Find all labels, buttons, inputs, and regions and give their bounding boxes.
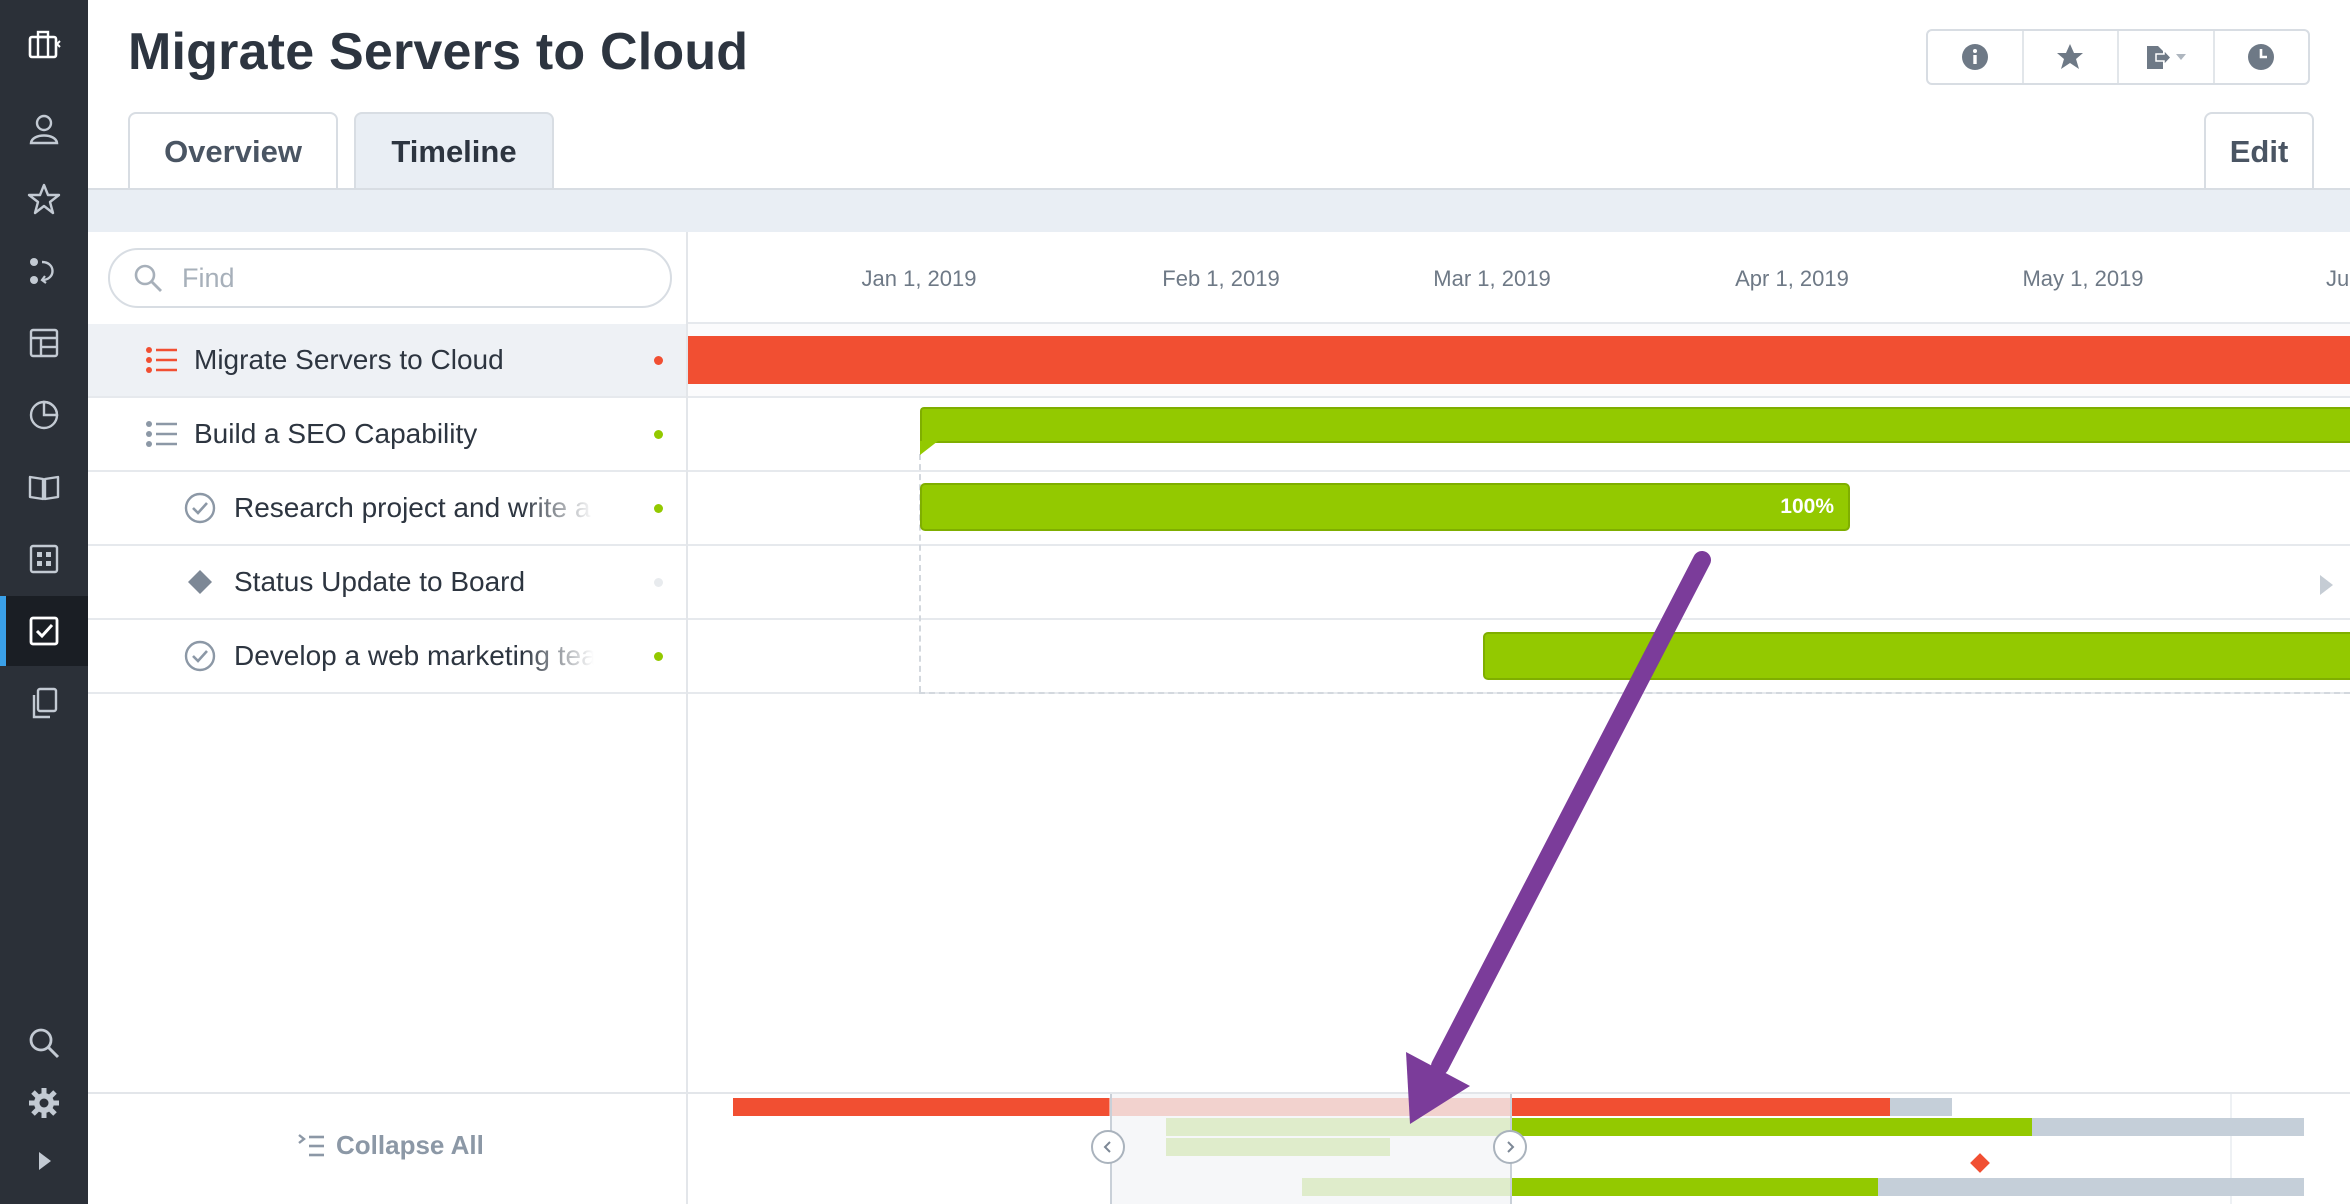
apps-grid-icon — [29, 544, 59, 574]
star-icon — [2057, 44, 2084, 69]
timeline-date-header: Jan 1, 2019 Feb 1, 2019 Mar 1, 2019 Apr … — [688, 232, 2350, 324]
progress-label: 100% — [1780, 495, 1834, 518]
reports-button[interactable] — [0, 380, 88, 450]
collapse-all-button[interactable]: Collapse All — [296, 1130, 484, 1161]
status-dot — [654, 651, 663, 661]
history-button[interactable] — [2215, 31, 2309, 83]
task-name: Research project and write a r — [234, 492, 594, 523]
tab-timeline[interactable]: Timeline — [354, 112, 554, 190]
minimap-viewport-window[interactable] — [1110, 1094, 1512, 1204]
chevron-right-icon — [1507, 1141, 1515, 1153]
dashboard-button[interactable] — [0, 308, 88, 378]
portfolio-button[interactable] — [0, 10, 88, 80]
minimap-handle-right[interactable] — [1493, 1130, 1527, 1164]
export-button[interactable] — [2119, 31, 2215, 83]
timeline-row — [688, 546, 2350, 620]
tab-overview[interactable]: Overview — [128, 112, 338, 190]
task-row[interactable]: Migrate Servers to Cloud — [88, 324, 686, 398]
library-button[interactable] — [0, 452, 88, 522]
minimap-bar — [1878, 1178, 2304, 1196]
date-label: Apr 1, 2019 — [1735, 266, 1849, 291]
status-dot — [654, 503, 663, 513]
info-icon — [1961, 44, 1988, 70]
milestone-diamond-icon — [182, 564, 218, 600]
page-title: Migrate Servers to Cloud — [128, 23, 749, 81]
status-dot — [654, 429, 663, 439]
date-label: Feb 1, 2019 — [1162, 266, 1280, 291]
minimap-bar — [1512, 1178, 1878, 1196]
date-label: Ju — [2326, 266, 2350, 291]
task-row[interactable]: Research project and write a r — [88, 472, 686, 546]
scroll-right-arrow-icon[interactable] — [2316, 572, 2336, 598]
collapse-list-icon — [298, 1133, 324, 1156]
expand-rail-button[interactable] — [0, 1126, 88, 1196]
minimap-handle-left[interactable] — [1091, 1130, 1125, 1164]
chevron-left-icon — [1103, 1141, 1111, 1153]
header-toolbar — [1926, 29, 2310, 85]
minimap-bar — [733, 1098, 1109, 1116]
search-icon — [134, 264, 162, 292]
info-button[interactable] — [1928, 31, 2024, 83]
workflow-icon — [30, 258, 54, 284]
edit-button[interactable]: Edit — [2204, 112, 2314, 190]
date-label: Mar 1, 2019 — [1433, 266, 1551, 291]
gantt-bar-research-project[interactable]: 100% — [920, 483, 1850, 531]
history-icon — [2248, 44, 2275, 70]
workflow-button[interactable] — [0, 236, 88, 306]
search-icon — [29, 1028, 60, 1059]
status-dot — [654, 355, 663, 365]
project-list-icon — [144, 416, 180, 452]
apps-button[interactable] — [0, 524, 88, 594]
task-list-panel: Migrate Servers to Cloud Build a SEO Cap… — [88, 232, 688, 1204]
portfolio-icon — [28, 30, 61, 59]
project-list-icon — [144, 342, 180, 378]
date-label: Jan 1, 2019 — [861, 266, 977, 291]
collapse-all-label: Collapse All — [336, 1130, 484, 1160]
dashboard-icon — [29, 328, 59, 358]
task-check-icon — [182, 490, 218, 526]
expand-arrow-icon — [39, 1152, 51, 1170]
toolbar-band — [88, 190, 2350, 232]
task-row[interactable]: Build a SEO Capability — [88, 398, 686, 472]
gantt-bar-develop-web-marketing[interactable] — [1483, 632, 2350, 680]
task-name: Develop a web marketing tean — [234, 640, 594, 671]
gantt-bar-migrate-servers[interactable] — [688, 336, 2350, 384]
favorite-button[interactable] — [2024, 31, 2119, 83]
date-label: May 1, 2019 — [2022, 266, 2144, 291]
minimap-bar — [1890, 1098, 1952, 1116]
task-name: Build a SEO Capability — [194, 418, 478, 449]
settings-gear-icon — [29, 1088, 59, 1118]
dependency-guide — [919, 692, 2350, 694]
documents-button[interactable] — [0, 668, 88, 738]
search-input[interactable] — [182, 262, 622, 294]
task-name: Migrate Servers to Cloud — [194, 344, 504, 375]
profile-button[interactable] — [0, 94, 88, 164]
minimap-bar — [1512, 1098, 1890, 1116]
minimap-milestone — [1970, 1153, 1990, 1173]
task-row[interactable]: Develop a web marketing tean — [88, 620, 686, 694]
favorites-button[interactable] — [0, 164, 88, 234]
tasks-checkbox-icon — [29, 616, 59, 646]
library-book-icon — [28, 475, 60, 501]
timeline-chart: Jan 1, 2019 Feb 1, 2019 Mar 1, 2019 Apr … — [688, 232, 2350, 1092]
gantt-bar-seo-capability[interactable] — [920, 407, 2350, 443]
status-dot — [654, 577, 663, 587]
task-name: Status Update to Board — [234, 566, 526, 597]
user-icon — [29, 114, 59, 145]
timeline-overview-minimap[interactable] — [688, 1094, 2350, 1204]
documents-icon — [32, 687, 58, 719]
reports-pie-icon — [29, 400, 59, 430]
tasks-button[interactable] — [0, 596, 88, 666]
favorites-star-icon — [27, 183, 61, 215]
task-check-icon — [182, 638, 218, 674]
export-icon — [2146, 46, 2186, 69]
nav-rail — [0, 0, 88, 1204]
minimap-bar — [1512, 1118, 2032, 1136]
minimap-bar — [2032, 1118, 2304, 1136]
search-box[interactable] — [108, 248, 672, 308]
task-row[interactable]: Status Update to Board — [88, 546, 686, 620]
